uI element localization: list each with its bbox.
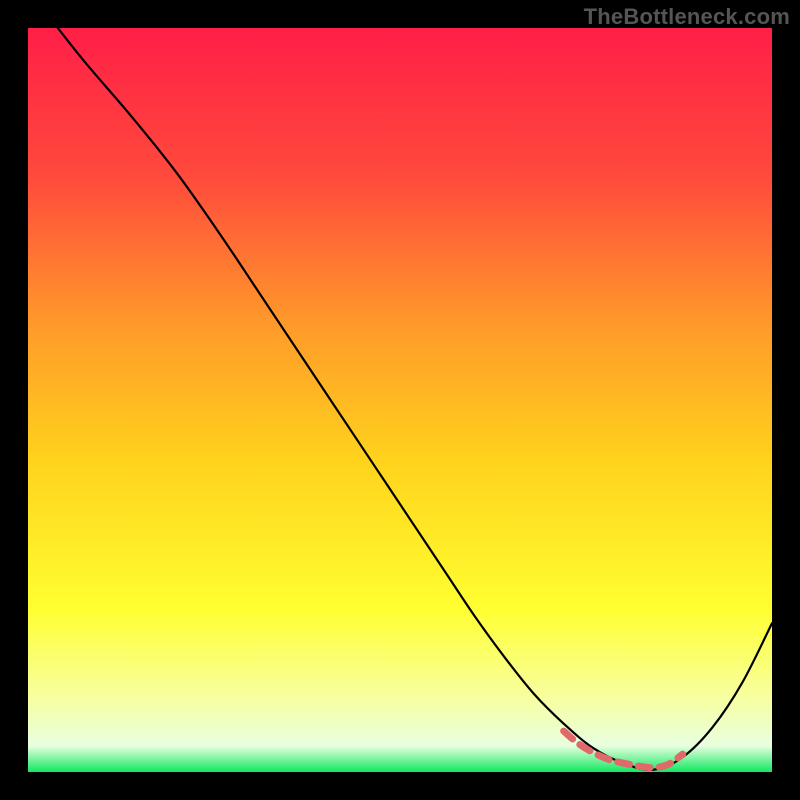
plot-area <box>28 28 772 772</box>
gradient-background <box>28 28 772 772</box>
watermark-text: TheBottleneck.com <box>584 4 790 30</box>
chart-svg <box>28 28 772 772</box>
chart-container: TheBottleneck.com <box>0 0 800 800</box>
